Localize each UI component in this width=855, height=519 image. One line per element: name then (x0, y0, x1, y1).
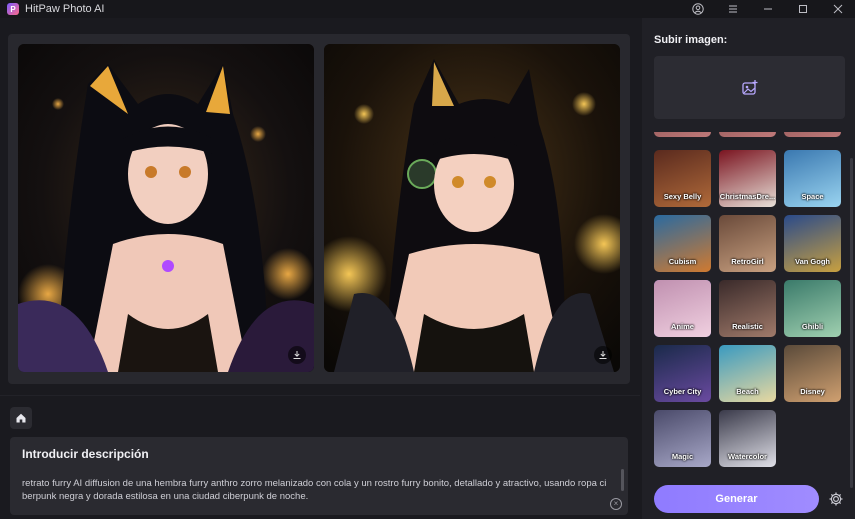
description-scrollbar[interactable] (621, 469, 624, 491)
style-item-magic[interactable]: Magic (654, 410, 711, 467)
style-thumbnail (654, 132, 711, 137)
style-label: Watercolor (728, 452, 767, 461)
home-button[interactable] (10, 407, 32, 429)
download-original-button[interactable] (288, 346, 306, 364)
style-item-partial[interactable] (654, 132, 711, 137)
style-label: Cyber City (663, 387, 702, 396)
download-icon (293, 351, 301, 359)
style-item-beach[interactable]: Beach (719, 345, 776, 402)
style-label: Magic (671, 452, 694, 461)
description-title: Introducir descripción (22, 447, 149, 461)
style-item-watercolor[interactable]: Watercolor (719, 410, 776, 467)
style-label: RetroGirl (731, 257, 764, 266)
style-label: Van Gogh (794, 257, 830, 266)
account-button[interactable] (680, 0, 715, 18)
settings-button[interactable] (827, 490, 845, 508)
clear-icon: × (613, 499, 619, 508)
home-icon (16, 413, 26, 423)
style-item-cyber-city[interactable]: Cyber City (654, 345, 711, 402)
result-image-card (324, 44, 620, 372)
original-image (18, 44, 314, 372)
download-icon (599, 351, 607, 359)
style-label: Ghibli (801, 322, 824, 331)
add-image-icon (741, 79, 757, 95)
style-label: Space (801, 192, 824, 201)
gear-icon (829, 492, 843, 506)
clear-description-button[interactable]: × (610, 498, 622, 510)
upload-title: Subir imagen: (654, 34, 728, 46)
style-item-retrogirl[interactable]: RetroGirl (719, 215, 776, 272)
upload-image-dropzone[interactable] (654, 56, 845, 119)
style-thumbnail (784, 132, 841, 137)
download-result-button[interactable] (594, 346, 612, 364)
user-icon (691, 3, 704, 15)
style-item-anime[interactable]: Anime (654, 280, 711, 337)
right-sidebar: Subir imagen: Sexy Belly ChristmasDre... S… (642, 18, 855, 519)
style-item-space[interactable]: Space (784, 150, 841, 207)
style-label: Sexy Belly (663, 192, 702, 201)
minimize-icon (763, 8, 772, 10)
style-label: Disney (800, 387, 825, 396)
style-item-partial[interactable] (784, 132, 841, 137)
description-textarea[interactable]: retrato furry AI diffusion de una hembra… (22, 477, 618, 503)
style-grid-scrollbar[interactable] (850, 158, 853, 488)
style-label: Anime (671, 322, 694, 331)
style-label: Realistic (732, 322, 763, 331)
title-bar: P HitPaw Photo AI (0, 0, 855, 18)
divider (0, 395, 640, 396)
style-item-christmasdre[interactable]: ChristmasDre... (719, 150, 776, 207)
style-item-van-gogh[interactable]: Van Gogh (784, 215, 841, 272)
style-item-disney[interactable]: Disney (784, 345, 841, 402)
style-item-cubism[interactable]: Cubism (654, 215, 711, 272)
description-panel: Introducir descripción retrato furry AI … (10, 437, 628, 515)
menu-button[interactable] (715, 0, 750, 18)
minimize-button[interactable] (750, 0, 785, 18)
menu-icon (728, 5, 737, 13)
maximize-button[interactable] (785, 0, 820, 18)
style-item-partial[interactable] (719, 132, 776, 137)
original-image-card (18, 44, 314, 372)
style-item-realistic[interactable]: Realistic (719, 280, 776, 337)
close-button[interactable] (820, 0, 855, 18)
style-item-ghibli[interactable]: Ghibli (784, 280, 841, 337)
style-grid: Sexy Belly ChristmasDre... Space Cubism Retr… (654, 132, 846, 470)
generate-button[interactable]: Generar (654, 485, 819, 513)
maximize-icon (798, 5, 807, 13)
style-thumbnail (719, 132, 776, 137)
style-item-sexy-belly[interactable]: Sexy Belly (654, 150, 711, 207)
style-label: Beach (736, 387, 759, 396)
app-logo: P (7, 3, 19, 15)
style-label: ChristmasDre... (719, 192, 776, 201)
result-image (324, 44, 620, 372)
close-icon (833, 4, 842, 14)
app-logo-glyph: P (10, 4, 16, 14)
app-title: HitPaw Photo AI (25, 3, 105, 15)
style-label: Cubism (668, 257, 697, 266)
window-controls (680, 0, 855, 18)
image-viewer-panel (8, 34, 630, 384)
